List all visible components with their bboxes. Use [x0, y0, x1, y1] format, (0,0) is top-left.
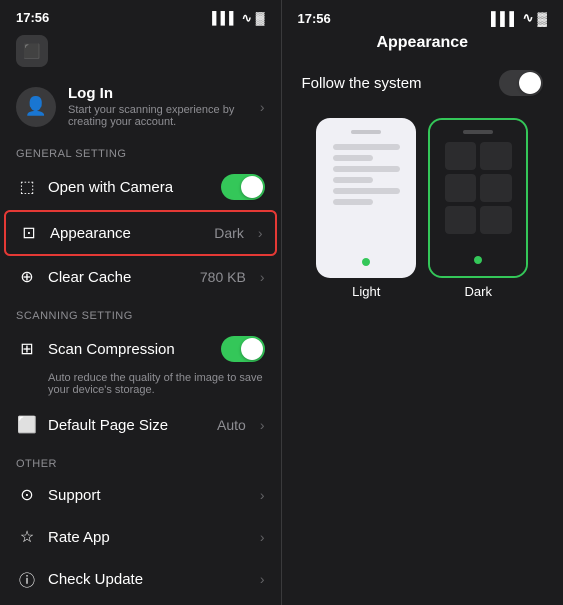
support-label: Support — [48, 487, 250, 504]
check-update-label: Check Update — [48, 571, 250, 588]
r-battery-icon: ▓ — [538, 11, 547, 26]
signal-icon: ▌▌▌ — [212, 11, 238, 25]
right-status-icons: ▌▌▌ ∿ ▓ — [491, 10, 547, 26]
user-title: Log In — [68, 85, 248, 102]
clear-cache-value: 780 KB — [200, 269, 246, 285]
scan-compression-label: Scan Compression — [48, 341, 211, 358]
appearance-chevron: › — [258, 225, 263, 241]
dark-dot — [474, 256, 482, 264]
light-line — [333, 166, 400, 172]
light-theme-card[interactable]: Light — [316, 118, 416, 299]
default-page-size-value: Auto — [217, 417, 246, 433]
appearance-icon: ⊡ — [18, 222, 40, 244]
dark-grid-item — [445, 206, 477, 234]
appearance-value: Dark — [214, 225, 244, 241]
appearance-title: Appearance — [282, 30, 563, 60]
support-chevron: › — [260, 487, 265, 503]
avatar: 👤 — [16, 87, 56, 127]
light-line — [333, 199, 373, 205]
clear-cache-chevron: › — [260, 269, 265, 285]
light-line — [333, 144, 400, 150]
update-chevron: › — [260, 571, 265, 587]
rate-app-item[interactable]: ☆ Rate App › — [0, 516, 281, 558]
wifi-icon: ∿ — [242, 11, 252, 25]
light-line — [333, 155, 373, 161]
left-status-bar: 17:56 ▌▌▌ ∿ ▓ — [0, 0, 281, 29]
scan-toggle[interactable] — [221, 336, 265, 362]
default-page-size-item[interactable]: ⬜ Default Page Size Auto › — [0, 404, 281, 446]
dark-phone-inner — [430, 120, 526, 276]
scanning-section-label: SCANNING SETTING — [0, 298, 281, 326]
camera-icon: ⬚ — [16, 176, 38, 198]
appearance-label: Appearance — [50, 225, 204, 242]
dark-grid-item — [445, 174, 477, 202]
dark-theme-label: Dark — [465, 284, 492, 299]
dark-grid-item — [480, 206, 512, 234]
follow-system-row: Follow the system — [282, 60, 563, 106]
left-status-icons: ▌▌▌ ∿ ▓ — [212, 11, 264, 25]
support-item[interactable]: ⊙ Support › — [0, 474, 281, 516]
right-time: 17:56 — [298, 11, 331, 26]
dark-theme-preview — [428, 118, 528, 278]
back-icon: ⬛ — [23, 43, 40, 60]
support-icon: ⊙ — [16, 484, 38, 506]
rate-chevron: › — [260, 529, 265, 545]
rate-app-label: Rate App — [48, 529, 250, 546]
page-size-icon: ⬜ — [16, 414, 38, 436]
dark-grid — [445, 142, 512, 234]
light-lines — [333, 144, 400, 205]
dark-grid-item — [445, 142, 477, 170]
battery-icon: ▓ — [256, 11, 265, 25]
update-icon: ⓘ — [16, 568, 38, 590]
other-section-label: OTHER — [0, 446, 281, 474]
dark-theme-card[interactable]: Dark — [428, 118, 528, 299]
light-line — [333, 177, 373, 183]
right-panel: 17:56 ▌▌▌ ∿ ▓ Appearance Follow the syst… — [282, 0, 563, 605]
user-subtitle: Start your scanning experience by creati… — [68, 104, 248, 128]
person-icon: 👤 — [25, 96, 47, 117]
r-signal-icon: ▌▌▌ — [491, 11, 519, 26]
back-button[interactable]: ⬛ — [16, 35, 48, 67]
light-dot — [362, 258, 370, 266]
clear-cache-label: Clear Cache — [48, 269, 190, 286]
default-page-size-label: Default Page Size — [48, 417, 207, 434]
light-theme-preview — [316, 118, 416, 278]
camera-toggle[interactable] — [221, 174, 265, 200]
light-line — [333, 188, 400, 194]
user-info: Log In Start your scanning experience by… — [68, 85, 248, 128]
clear-cache-icon: ⊕ — [16, 266, 38, 288]
dark-grid-item — [480, 174, 512, 202]
open-with-camera-label: Open with Camera — [48, 179, 211, 196]
theme-options: Light Dark — [282, 106, 563, 311]
open-with-camera-item[interactable]: ⬚ Open with Camera — [0, 164, 281, 210]
follow-system-toggle[interactable] — [499, 70, 543, 96]
follow-system-label: Follow the system — [302, 75, 422, 92]
page-size-chevron: › — [260, 417, 265, 433]
r-wifi-icon: ∿ — [523, 10, 534, 26]
user-section[interactable]: 👤 Log In Start your scanning experience … — [0, 77, 281, 136]
light-phone-inner — [316, 118, 416, 278]
left-time: 17:56 — [16, 10, 49, 25]
scan-compression-sub: Auto reduce the quality of the image to … — [0, 372, 281, 404]
left-panel: 17:56 ▌▌▌ ∿ ▓ ⬛ 👤 Log In Start your scan… — [0, 0, 281, 605]
user-chevron: › — [260, 99, 265, 115]
about-item[interactable]: ℹ About › — [0, 600, 281, 605]
light-theme-label: Light — [352, 284, 380, 299]
appearance-item[interactable]: ⊡ Appearance Dark › — [4, 210, 277, 256]
clear-cache-item[interactable]: ⊕ Clear Cache 780 KB › — [0, 256, 281, 298]
general-section-label: GENERAL SETTING — [0, 136, 281, 164]
scan-icon: ⊞ — [16, 338, 38, 360]
rate-icon: ☆ — [16, 526, 38, 548]
check-update-item[interactable]: ⓘ Check Update › — [0, 558, 281, 600]
scan-compression-item[interactable]: ⊞ Scan Compression — [0, 326, 281, 372]
back-area: ⬛ — [0, 29, 281, 77]
right-status-bar: 17:56 ▌▌▌ ∿ ▓ — [282, 0, 563, 30]
dark-grid-item — [480, 142, 512, 170]
